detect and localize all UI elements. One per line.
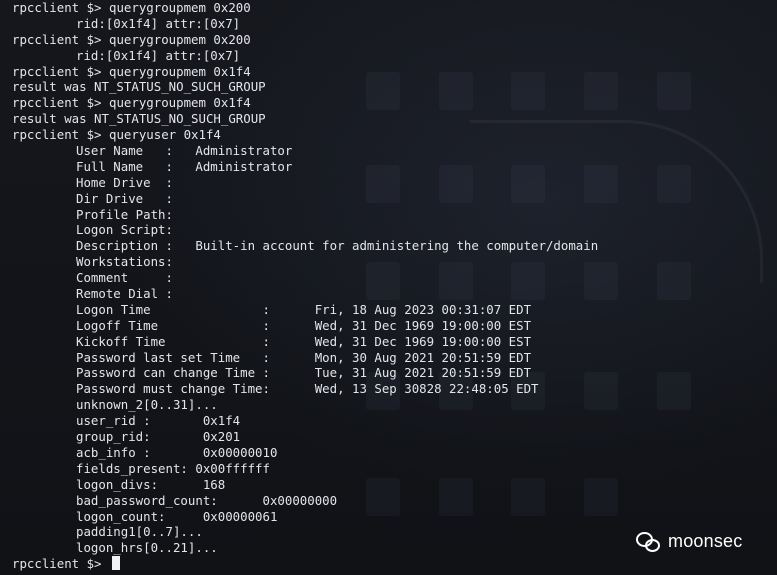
- watermark: moonsec: [636, 531, 742, 552]
- terminal-line: Password can change Time : Tue, 31 Aug 2…: [12, 365, 772, 381]
- terminal-text: user_rid : 0x1f4: [76, 413, 241, 429]
- terminal-text: User Name : Administrator: [76, 143, 293, 159]
- terminal-text: Full Name : Administrator: [76, 158, 293, 174]
- terminal-text: result was NT_STATUS_NO_SUCH_GROUP: [12, 79, 266, 95]
- terminal-line: rpcclient $> querygroupmem 0x200: [12, 32, 772, 48]
- terminal-line: rid:[0x1f4] attr:[0x7]: [12, 16, 772, 32]
- terminal-line: rpcclient $> querygroupmem 0x1f4: [12, 64, 772, 80]
- terminal-text: Dir Drive :: [76, 190, 173, 206]
- terminal-text: logon_count: 0x00000061: [76, 508, 278, 524]
- shell-prompt: rpcclient $>: [12, 127, 102, 143]
- shell-prompt: rpcclient $>: [12, 95, 102, 111]
- terminal-line: Logon Time : Fri, 18 Aug 2023 00:31:07 E…: [12, 302, 772, 318]
- terminal-text: Remote Dial :: [76, 286, 173, 302]
- terminal-text: rid:[0x1f4] attr:[0x7]: [76, 15, 241, 31]
- terminal-text: padding1[0..7]...: [76, 524, 203, 540]
- terminal-line: logon_count: 0x00000061: [12, 509, 772, 525]
- terminal-text: Description : Built-in account for admin…: [76, 238, 599, 254]
- terminal-line: rpcclient $> queryuser 0x1f4: [12, 127, 772, 143]
- terminal-text: group_rid: 0x201: [76, 429, 241, 445]
- terminal-line: Logoff Time : Wed, 31 Dec 1969 19:00:00 …: [12, 318, 772, 334]
- terminal-text: logon_hrs[0..21]...: [76, 540, 218, 556]
- terminal-text: Comment :: [76, 270, 173, 286]
- terminal-line: Workstations:: [12, 254, 772, 270]
- terminal-text: result was NT_STATUS_NO_SUCH_GROUP: [12, 111, 266, 127]
- terminal-line: Profile Path:: [12, 207, 772, 223]
- terminal-line: Password must change Time: Wed, 13 Sep 3…: [12, 381, 772, 397]
- shell-prompt: rpcclient $>: [12, 0, 102, 15]
- terminal-line: Full Name : Administrator: [12, 159, 772, 175]
- terminal-text: Home Drive :: [76, 174, 173, 190]
- terminal-text: querygroupmem 0x1f4: [101, 95, 251, 111]
- watermark-text: moonsec: [668, 531, 743, 551]
- terminal-text: Password must change Time: Wed, 13 Sep 3…: [76, 381, 539, 397]
- wechat-icon: [636, 531, 660, 552]
- terminal-text: bad_password_count: 0x00000000: [76, 492, 338, 508]
- terminal-text: Logoff Time : Wed, 31 Dec 1969 19:00:00 …: [76, 317, 532, 333]
- shell-prompt: rpcclient $>: [12, 31, 102, 47]
- terminal-text: queryuser 0x1f4: [101, 127, 221, 143]
- terminal-line: result was NT_STATUS_NO_SUCH_GROUP: [12, 79, 772, 95]
- terminal-text: Kickoff Time : Wed, 31 Dec 1969 19:00:00…: [76, 333, 532, 349]
- terminal-line: fields_present: 0x00ffffff: [12, 461, 772, 477]
- terminal-line: User Name : Administrator: [12, 143, 772, 159]
- terminal-cursor[interactable]: [112, 556, 120, 571]
- terminal-text: querygroupmem 0x1f4: [101, 63, 251, 79]
- terminal-line: result was NT_STATUS_NO_SUCH_GROUP: [12, 111, 772, 127]
- terminal-text: Password can change Time : Tue, 31 Aug 2…: [76, 365, 532, 381]
- terminal-line: user_rid : 0x1f4: [12, 413, 772, 429]
- shell-prompt: rpcclient $>: [12, 556, 102, 572]
- terminal-line: Password last set Time : Mon, 30 Aug 202…: [12, 350, 772, 366]
- terminal-text: logon_divs: 168: [76, 476, 226, 492]
- terminal-text: Logon Time : Fri, 18 Aug 2023 00:31:07 E…: [76, 301, 532, 317]
- terminal-text: querygroupmem 0x200: [101, 0, 251, 15]
- terminal-text: fields_present: 0x00ffffff: [76, 460, 270, 476]
- terminal-text: Workstations:: [76, 254, 173, 270]
- terminal-line: rpcclient $> querygroupmem 0x200: [12, 0, 772, 16]
- terminal-line: Comment :: [12, 270, 772, 286]
- terminal-line: rpcclient $> querygroupmem 0x1f4: [12, 95, 772, 111]
- terminal-line: rpcclient $>: [12, 556, 772, 572]
- terminal-output[interactable]: rpcclient $> querygroupmem 0x200 rid:[0x1…: [12, 0, 772, 572]
- terminal-line: Kickoff Time : Wed, 31 Dec 1969 19:00:00…: [12, 334, 772, 350]
- terminal-line: Dir Drive :: [12, 191, 772, 207]
- shell-prompt: rpcclient $>: [12, 63, 102, 79]
- terminal-line: Logon Script:: [12, 222, 772, 238]
- terminal-line: Home Drive :: [12, 175, 772, 191]
- terminal-line: Remote Dial :: [12, 286, 772, 302]
- terminal-line: rid:[0x1f4] attr:[0x7]: [12, 48, 772, 64]
- terminal-text: querygroupmem 0x200: [101, 31, 251, 47]
- terminal-text: acb_info : 0x00000010: [76, 444, 278, 460]
- terminal-line: group_rid: 0x201: [12, 429, 772, 445]
- terminal-text: Password last set Time : Mon, 30 Aug 202…: [76, 349, 532, 365]
- terminal-line: acb_info : 0x00000010: [12, 445, 772, 461]
- terminal-text: Logon Script:: [76, 222, 173, 238]
- terminal-line: bad_password_count: 0x00000000: [12, 493, 772, 509]
- terminal-line: logon_divs: 168: [12, 477, 772, 493]
- terminal-line: Description : Built-in account for admin…: [12, 238, 772, 254]
- terminal-text: unknown_2[0..31]...: [76, 397, 218, 413]
- terminal-text: rid:[0x1f4] attr:[0x7]: [76, 47, 241, 63]
- terminal-line: unknown_2[0..31]...: [12, 397, 772, 413]
- terminal-text: Profile Path:: [76, 206, 173, 222]
